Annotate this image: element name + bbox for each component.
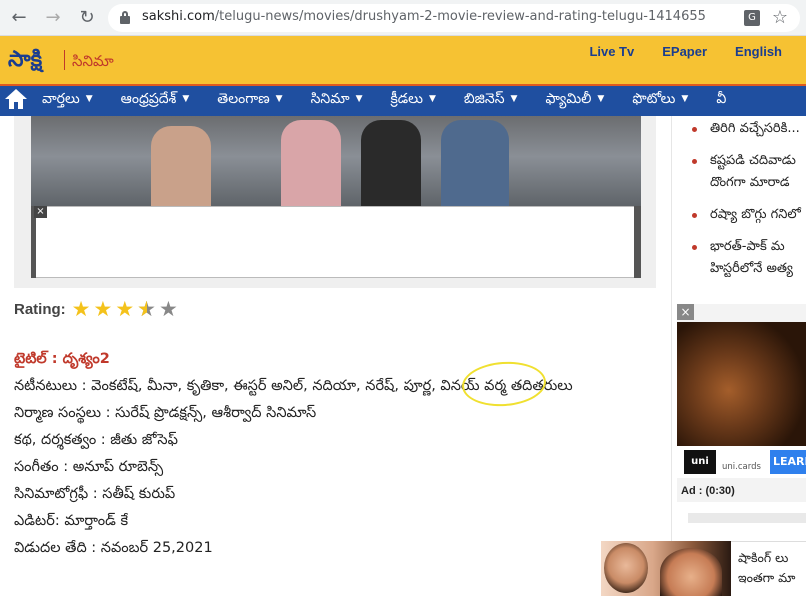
header-links: Live Tv EPaper English: [589, 44, 782, 59]
detail-release-date: విడుదల తేది : నవంబర్‌ 25,2021: [14, 540, 213, 556]
menu-item-sports[interactable]: క్రీడలు ▼: [390, 91, 435, 110]
star-icon: ★★: [137, 297, 156, 321]
address-bar[interactable]: sakshi.com/telugu-news/movies/drushyam-2…: [108, 4, 800, 32]
forward-icon[interactable]: →: [42, 7, 64, 29]
caret-down-icon: ▼: [275, 94, 283, 104]
sidebar-ad-video[interactable]: [677, 322, 806, 446]
translate-icon[interactable]: G: [744, 10, 760, 26]
home-icon[interactable]: [5, 89, 27, 111]
english-link[interactable]: English: [735, 44, 782, 59]
column-divider: [671, 116, 672, 596]
detail-director: కథ, దర్శకత్వం : జీతు జోసెఫ్‌: [14, 432, 178, 448]
uni-logo: uni: [684, 450, 716, 474]
ad-frame-edge: [634, 206, 641, 278]
popup-face-image: [660, 548, 722, 596]
rating: Rating: ★★★★★★: [14, 299, 178, 320]
star-icon: ★: [71, 297, 91, 321]
menu-item-photos[interactable]: ఫొటోలు ▼: [632, 91, 688, 110]
detail-editor: ఎడిటర్‌: మార్తాండ్‌ కే: [14, 513, 129, 529]
epaper-link[interactable]: EPaper: [662, 44, 707, 59]
news-item[interactable]: రష్యా బొగ్గు గనిలో: [686, 204, 806, 226]
caret-down-icon: ▼: [428, 94, 436, 104]
live-tv-link[interactable]: Live Tv: [589, 44, 634, 59]
sidebar-news-list: తిరిగి వచ్చేసరికి... కష్టపడి చదివాడు దొంగ…: [686, 116, 806, 290]
menu-item-telangana[interactable]: తెలంగాణ ▼: [217, 91, 282, 110]
lock-icon: [120, 11, 130, 24]
bullet-icon: [692, 127, 697, 132]
bullet-icon: [692, 213, 697, 218]
figure: [151, 126, 211, 206]
ad-timer: Ad : (0:30): [681, 485, 735, 497]
learn-more-button[interactable]: LEARN: [770, 450, 806, 474]
close-icon[interactable]: ×: [677, 304, 694, 320]
logo-divider: [64, 50, 65, 70]
back-icon[interactable]: ←: [8, 7, 30, 29]
news-item[interactable]: భారత్‌-పాక్‌ మ హిస్టరీలోనే అత్య: [686, 236, 806, 280]
rating-label: Rating:: [14, 301, 66, 318]
sidebar-bar: [688, 513, 806, 523]
menu-item-news[interactable]: వార్తలు ▼: [42, 91, 93, 110]
reload-icon[interactable]: ↻: [76, 7, 98, 29]
caret-down-icon: ▼: [85, 94, 93, 104]
bookmark-star-icon[interactable]: ☆: [772, 7, 788, 28]
caret-down-icon: ▼: [597, 94, 605, 104]
movie-still-image: [31, 116, 641, 206]
star-icon: ★: [158, 297, 178, 321]
site-header: సాక్షి సినిమా Live Tv EPaper English: [0, 36, 806, 84]
ad-site: uni.cards: [722, 462, 761, 472]
detail-music: సంగీతం : అనూప్‌ రూబెన్స్‌: [14, 459, 164, 475]
star-icon: ★: [115, 297, 135, 321]
star-icon: ★: [93, 297, 113, 321]
caret-down-icon: ▼: [182, 94, 190, 104]
menu-item-andhra[interactable]: ఆంధ్రప్రదేశ్ ▼: [121, 91, 190, 110]
popup-headline[interactable]: షాకింగ్‌ లు ఇంతగా మా: [738, 548, 795, 588]
figure: [361, 120, 421, 206]
menu-item-videos[interactable]: వీ: [716, 91, 726, 110]
rating-stars: ★★★★★★: [72, 299, 178, 320]
url-text[interactable]: sakshi.com/telugu-news/movies/drushyam-2…: [142, 9, 706, 24]
browser-toolbar: ← → ↻ sakshi.com/telugu-news/movies/drus…: [0, 0, 806, 36]
menu-item-family[interactable]: ఫ్యామిలీ ▼: [545, 91, 604, 110]
popup-face-image: [604, 543, 648, 593]
caret-down-icon: ▼: [510, 94, 518, 104]
menu-item-cinema[interactable]: సినిమా ▼: [311, 91, 363, 110]
figure: [281, 120, 341, 206]
close-icon[interactable]: ×: [34, 206, 47, 218]
inline-ad[interactable]: [31, 206, 641, 278]
site-logo[interactable]: సాక్షి: [8, 46, 42, 77]
figure: [441, 120, 509, 206]
caret-down-icon: ▼: [681, 94, 689, 104]
news-item[interactable]: కష్టపడి చదివాడు దొంగగా మారాడ: [686, 150, 806, 194]
main-menu: వార్తలు ▼ ఆంధ్రప్రదేశ్ ▼ తెలంగాణ ▼ సినిమా ▼ …: [0, 84, 806, 116]
detail-cinematography: సినిమాటోగ్రఫీ : సతీష్‌ కురుప్‌: [14, 486, 176, 502]
menu-item-business[interactable]: బిజినెస్ ▼: [464, 91, 518, 110]
caret-down-icon: ▼: [355, 94, 363, 104]
news-item[interactable]: తిరిగి వచ్చేసరికి...: [686, 118, 806, 140]
bullet-icon: [692, 245, 697, 250]
section-name[interactable]: సినిమా: [72, 52, 114, 74]
bullet-icon: [692, 159, 697, 164]
